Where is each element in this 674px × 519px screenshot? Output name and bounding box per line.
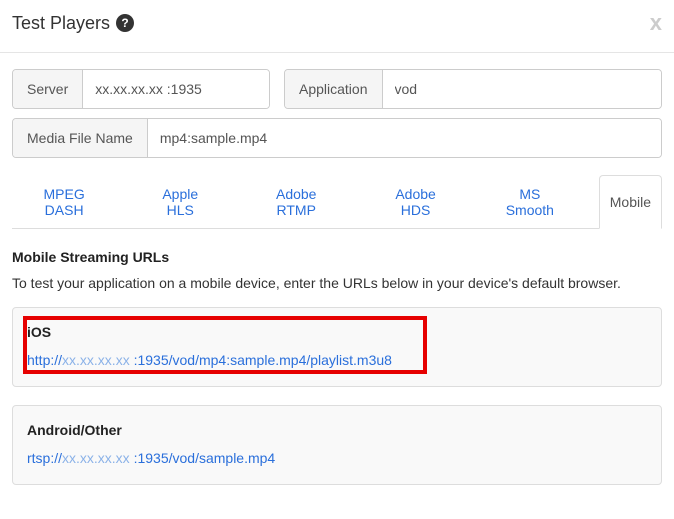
application-label: Application [285, 70, 383, 108]
tabs: MPEG DASH Apple HLS Adobe RTMP Adobe HDS… [12, 174, 662, 229]
modal-content: Server Application Media File Name MPEG … [0, 53, 674, 519]
tab-mpeg-dash[interactable]: MPEG DASH [14, 175, 114, 229]
title-text: Test Players [12, 13, 110, 34]
ios-url-link[interactable]: http://xx.xx.xx.xx :1935/vod/mp4:sample.… [27, 352, 392, 368]
modal-title: Test Players ? [12, 13, 134, 34]
android-url-suffix: :1935/vod/sample.mp4 [134, 450, 276, 466]
android-url-prefix: rtsp:// [27, 450, 62, 466]
panel-ios: iOS http://xx.xx.xx.xx :1935/vod/mp4:sam… [12, 307, 662, 387]
application-input[interactable] [383, 70, 662, 108]
tab-mobile[interactable]: Mobile [599, 175, 662, 229]
ios-url-prefix: http:// [27, 352, 62, 368]
help-icon[interactable]: ? [116, 14, 134, 32]
server-label: Server [13, 70, 83, 108]
section-description: To test your application on a mobile dev… [12, 275, 662, 291]
media-label: Media File Name [13, 119, 148, 157]
application-group: Application [284, 69, 662, 109]
row-server-app: Server Application [12, 69, 662, 109]
media-input[interactable] [148, 119, 661, 157]
tab-ms-smooth[interactable]: MS Smooth [485, 175, 575, 229]
ios-url-host: xx.xx.xx.xx [62, 352, 134, 368]
panel-android: Android/Other rtsp://xx.xx.xx.xx :1935/v… [12, 405, 662, 485]
server-input[interactable] [83, 70, 270, 108]
media-group: Media File Name [12, 118, 662, 158]
tab-adobe-rtmp[interactable]: Adobe RTMP [246, 175, 346, 229]
section-heading: Mobile Streaming URLs [12, 249, 662, 265]
modal-header: Test Players ? x [0, 0, 674, 53]
tab-apple-hls[interactable]: Apple HLS [138, 175, 222, 229]
ios-url-suffix: :1935/vod/mp4:sample.mp4/playlist.m3u8 [134, 352, 392, 368]
close-button[interactable]: x [650, 10, 662, 36]
tab-adobe-hds[interactable]: Adobe HDS [370, 175, 461, 229]
android-url-link[interactable]: rtsp://xx.xx.xx.xx :1935/vod/sample.mp4 [27, 450, 275, 466]
server-group: Server [12, 69, 270, 109]
ios-heading: iOS [27, 324, 647, 340]
android-url-host: xx.xx.xx.xx [62, 450, 134, 466]
android-heading: Android/Other [27, 422, 647, 438]
